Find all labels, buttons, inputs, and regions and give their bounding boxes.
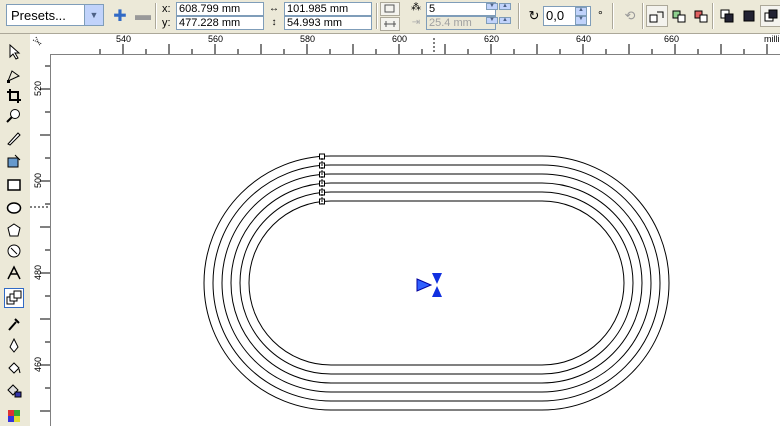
- ruler-label: 600: [392, 34, 408, 44]
- spacing-icon: [384, 21, 396, 27]
- ruler-label: 480: [33, 264, 43, 280]
- y-label: y:: [162, 17, 171, 29]
- accelerate-sizes-button[interactable]: [738, 5, 760, 27]
- ruler-label: 560: [208, 34, 224, 44]
- ruler-origin-corner[interactable]: [30, 34, 53, 55]
- direct-blend-button[interactable]: [646, 5, 668, 27]
- x-position-field[interactable]: 608.799 mm: [176, 2, 264, 16]
- offset-icon: ⇥: [411, 16, 421, 28]
- ruler-label: 620: [484, 34, 500, 44]
- toolbox: [0, 34, 31, 426]
- mesh-fill-tool-icon[interactable]: [4, 406, 24, 426]
- interactive-blend-tool-icon[interactable]: [4, 288, 24, 308]
- plus-icon[interactable]: ✚: [110, 6, 130, 26]
- counterclockwise-blend-icon: [694, 10, 708, 23]
- height-field[interactable]: 54.993 mm: [284, 16, 372, 30]
- size-acceleration-icon: [743, 10, 755, 22]
- ruler-unit-label: milli: [764, 34, 780, 44]
- object-color-accel-button[interactable]: [716, 5, 738, 27]
- blend-direction-handle[interactable]: [416, 273, 442, 297]
- steps-icon: ⁂: [411, 1, 421, 13]
- minus-icon[interactable]: ▬: [133, 6, 153, 26]
- presets-dropdown[interactable]: Presets... ▼: [6, 4, 104, 26]
- separator: [376, 3, 378, 29]
- freehand-tool-icon[interactable]: [4, 128, 24, 148]
- vertical-ruler[interactable]: 520 500 480 460: [30, 54, 51, 426]
- smart-fill-tool-icon[interactable]: [4, 151, 24, 171]
- counterclockwise-blend-button[interactable]: [690, 5, 712, 27]
- ruler-label: 520: [33, 80, 43, 96]
- presets-value: Presets...: [11, 8, 66, 23]
- separator: [612, 3, 614, 29]
- width-icon: ↔: [269, 2, 279, 14]
- blend-group[interactable]: [51, 55, 780, 426]
- crop-tool-icon[interactable]: [4, 86, 24, 106]
- blend-spacing-button[interactable]: [380, 17, 400, 31]
- separator: [155, 3, 157, 29]
- separator: [712, 3, 714, 29]
- zoom-tool-icon[interactable]: [4, 106, 24, 126]
- clockwise-blend-button[interactable]: [668, 5, 690, 27]
- degree-unit: °: [598, 8, 603, 22]
- chevron-up-icon[interactable]: ▲: [575, 7, 587, 16]
- chevron-down-icon[interactable]: ▼: [486, 3, 498, 10]
- chevron-down-icon[interactable]: ▼: [84, 5, 103, 25]
- basic-shapes-tool-icon[interactable]: [4, 241, 24, 261]
- interactive-fill-tool-icon[interactable]: [4, 380, 24, 400]
- separator: [642, 3, 644, 29]
- chevron-down-icon[interactable]: ▼: [575, 16, 587, 25]
- ruler-label: 460: [33, 356, 43, 372]
- loop-blend-icon[interactable]: ⟲: [620, 6, 640, 26]
- ruler-label: 580: [300, 34, 316, 44]
- drawing-canvas[interactable]: [51, 55, 780, 426]
- rotate-icon: ↻: [528, 8, 540, 23]
- chevron-up-icon[interactable]: ▲: [499, 3, 511, 10]
- ruler-label: 540: [116, 34, 132, 44]
- blend-steps-button[interactable]: [380, 2, 400, 16]
- text-tool-icon[interactable]: [4, 263, 24, 283]
- clockwise-blend-icon: [672, 10, 686, 23]
- blend-options-icon: [764, 9, 778, 22]
- x-label: x:: [162, 3, 171, 15]
- direct-blend-icon: [649, 11, 664, 23]
- pick-tool-icon[interactable]: [4, 42, 24, 62]
- height-icon: ↕: [271, 16, 277, 28]
- outline-tool-icon[interactable]: [4, 336, 24, 356]
- eyedropper-tool-icon[interactable]: [4, 314, 24, 334]
- track-lane[interactable]: [221, 173, 652, 393]
- track-lane-outer[interactable]: [203, 155, 670, 411]
- ruler-label: 640: [576, 34, 592, 44]
- rectangle-tool-icon[interactable]: [4, 175, 24, 195]
- track-lane[interactable]: [230, 182, 643, 384]
- horizontal-ruler[interactable]: 540 560 580 600 620 640 660 milli: [52, 34, 780, 55]
- fill-tool-icon[interactable]: [4, 358, 24, 378]
- chevron-down-icon[interactable]: ▼: [486, 17, 498, 24]
- width-field[interactable]: 101.985 mm: [284, 2, 372, 16]
- blend-options-button[interactable]: [760, 5, 780, 27]
- track-lane-inner[interactable]: [248, 200, 625, 366]
- shape-tool-icon[interactable]: [4, 66, 24, 86]
- track-lane[interactable]: [212, 164, 661, 402]
- track-lane[interactable]: [239, 191, 634, 375]
- ellipse-tool-icon[interactable]: [4, 198, 24, 218]
- y-position-field[interactable]: 477.228 mm: [176, 16, 264, 30]
- polygon-tool-icon[interactable]: [4, 220, 24, 240]
- color-acceleration-icon: [720, 9, 734, 23]
- property-bar: Presets... ▼ ✚ ▬ x: 608.799 mm y: 477.22…: [0, 0, 780, 34]
- separator: [518, 3, 520, 29]
- steps-icon: [384, 4, 395, 13]
- ruler-label: 660: [664, 34, 680, 44]
- ruler-label: 500: [33, 172, 43, 188]
- chevron-up-icon[interactable]: ▲: [499, 17, 511, 24]
